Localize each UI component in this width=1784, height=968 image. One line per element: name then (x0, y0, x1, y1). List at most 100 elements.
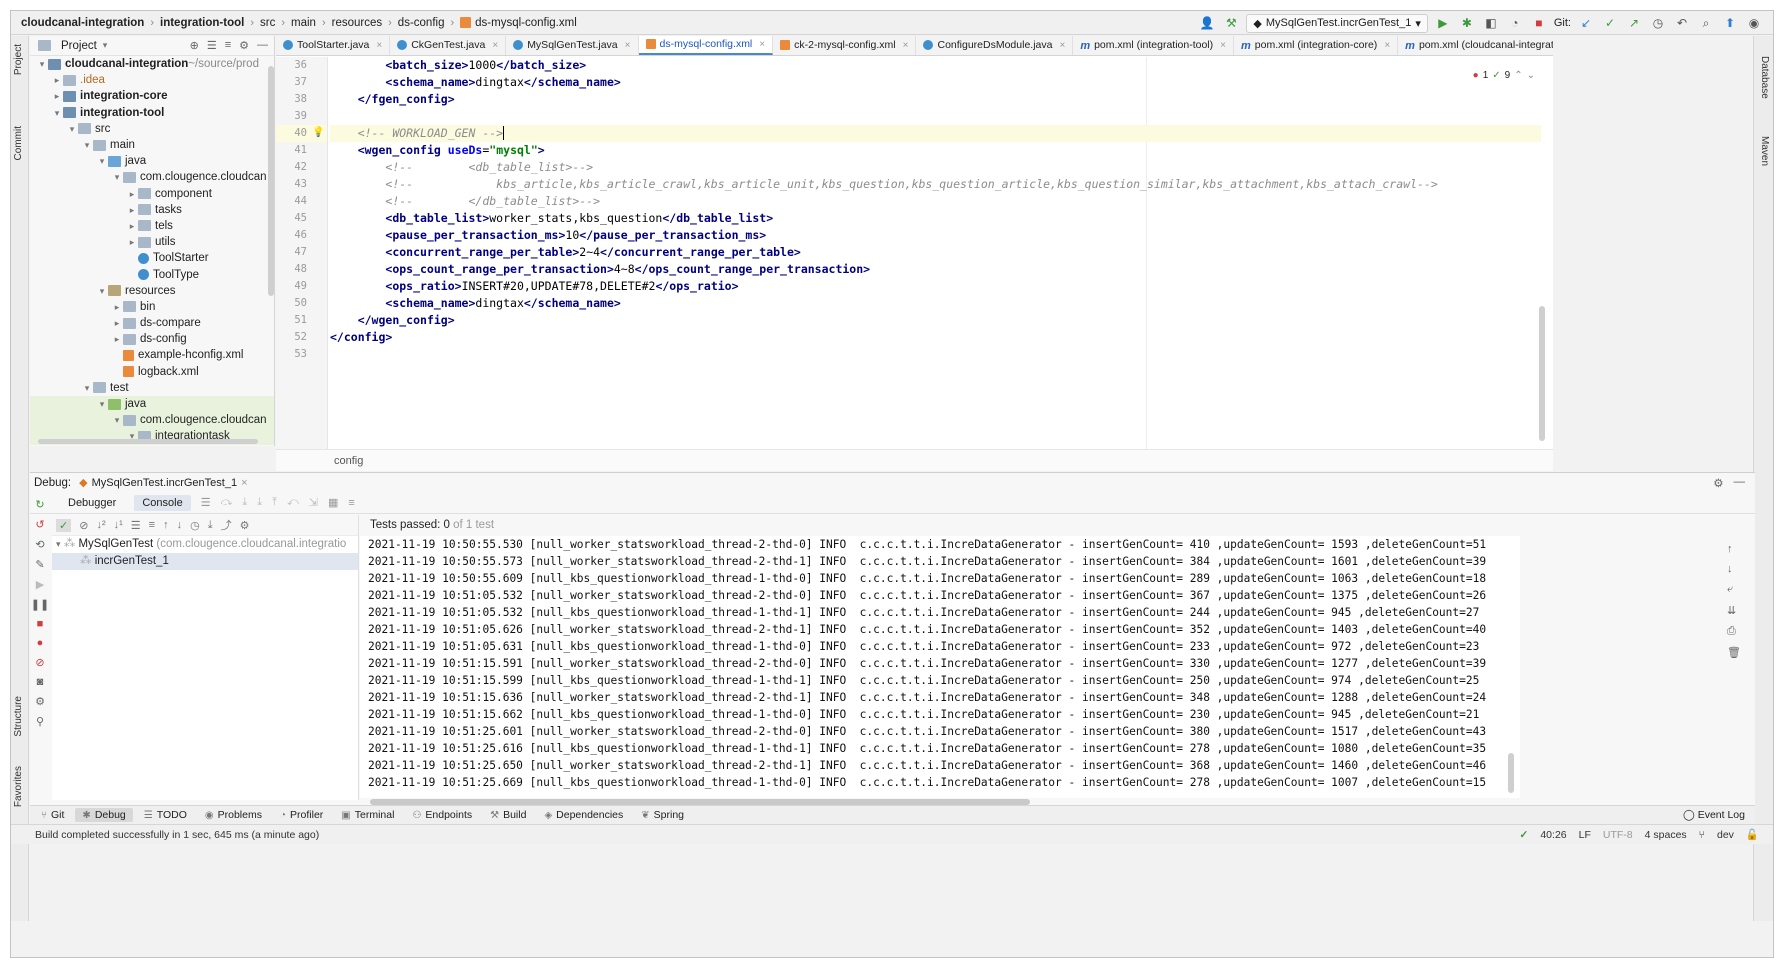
console-output[interactable]: 2021-11-19 10:50:55.530 [null_worker_sta… (360, 536, 1520, 798)
breadcrumb-item[interactable]: ds-config (398, 17, 445, 29)
tree-item[interactable]: ▾ integration-tool (30, 105, 274, 121)
tree-item[interactable]: ▸ tels (30, 218, 274, 234)
editor-tab[interactable]: ds-mysql-config.xml × (638, 36, 774, 55)
close-icon[interactable]: × (625, 40, 631, 51)
editor-breadcrumb[interactable]: config (276, 449, 1553, 471)
side-tab-database[interactable]: Database (1759, 56, 1770, 99)
tool-tab-git[interactable]: ⑂ Git (34, 808, 71, 822)
pause-icon[interactable]: ❚❚ (31, 598, 49, 611)
scroll-to-end-icon[interactable]: ⇊ (1727, 604, 1741, 617)
previous-highlight-icon[interactable]: ⌃ (1514, 70, 1522, 81)
export-icon[interactable]: ⤴ (221, 517, 232, 533)
user-icon[interactable]: 👤 (1198, 14, 1216, 32)
tree-item[interactable]: logback.xml (30, 364, 274, 380)
file-encoding[interactable]: UTF-8 (1603, 829, 1633, 841)
chevron-down-icon[interactable]: ▾ (96, 283, 108, 299)
show-ignored-icon[interactable]: ⊘ (79, 519, 88, 532)
tree-item[interactable]: ▾ src (30, 121, 274, 137)
wrench-icon[interactable]: ✎ (35, 558, 44, 571)
tree-item[interactable]: ▾ java (30, 153, 274, 169)
layout-icon[interactable]: ≡ (348, 497, 354, 509)
tree-item[interactable]: ▸ tasks (30, 202, 274, 218)
editor-tab[interactable]: ck-2-mysql-config.xml × (773, 36, 917, 55)
side-tab-favorites[interactable]: Favorites (13, 766, 24, 807)
gear-icon[interactable]: ⚙ (1713, 476, 1723, 490)
editor-tab[interactable]: mpom.xml (cloudcanal-integration)× (1398, 36, 1553, 55)
close-icon[interactable]: × (1220, 40, 1226, 51)
breadcrumb-item[interactable]: cloudcanal-integration (21, 17, 144, 29)
print-icon[interactable]: ⎙ (1727, 625, 1741, 638)
git-commit-icon[interactable]: ✓ (1601, 14, 1619, 32)
breadcrumb-item[interactable]: main (291, 17, 316, 29)
side-tab-project[interactable]: Project (13, 44, 24, 75)
history-icon[interactable]: ◷ (190, 519, 200, 532)
tree-item[interactable]: ToolStarter (30, 250, 274, 266)
chevron-down-icon[interactable]: ▾ (51, 105, 63, 121)
sort-alpha-icon[interactable]: ↓² (96, 519, 105, 531)
breadcrumb-item[interactable]: src (260, 17, 275, 29)
gear-icon[interactable]: ⚙ (240, 519, 250, 532)
tree-item[interactable]: ▸ ds-config (30, 331, 274, 347)
build-hammer-icon[interactable]: ⚒ (1222, 14, 1240, 32)
tree-item[interactable]: ▾ cloudcanal-integration ~/source/prod (30, 56, 274, 72)
tree-item[interactable]: ▾ com.clougence.cloudcan (30, 412, 274, 429)
chevron-down-icon[interactable]: ▾ (81, 137, 93, 153)
chevron-right-icon[interactable]: ▸ (51, 88, 63, 104)
settings-icon[interactable]: ⚙ (35, 695, 45, 708)
test-method-row[interactable]: ⁂ incrGenTest_1 (52, 553, 358, 570)
tool-tab-problems[interactable]: ◉ Problems (198, 808, 269, 822)
tool-tab-spring[interactable]: ❦ Spring (634, 808, 691, 822)
project-hscrollbar[interactable] (38, 439, 258, 444)
search-icon[interactable]: ⌕ (1697, 14, 1715, 32)
line-separator[interactable]: LF (1579, 829, 1591, 841)
tree-item[interactable]: ▾ main (30, 137, 274, 153)
evaluate-icon[interactable]: ▦ (328, 496, 338, 509)
tool-tab-build[interactable]: ⚒ Build (483, 808, 533, 822)
history-icon[interactable]: ◷ (1649, 14, 1667, 32)
project-panel-title[interactable]: Project (61, 40, 97, 52)
close-icon[interactable]: × (903, 40, 909, 51)
run-icon[interactable]: ▶ (1434, 14, 1452, 32)
profile-icon[interactable]: ◔ (1506, 14, 1524, 32)
chevron-down-icon[interactable]: ▾ (36, 56, 48, 72)
editor-tab[interactable]: ToolStarter.java × (276, 36, 391, 55)
chevron-right-icon[interactable]: ▸ (111, 315, 123, 331)
next-highlight-icon[interactable]: ⌄ (1527, 70, 1535, 81)
trash-icon[interactable]: 🗑 (1727, 646, 1741, 659)
tree-item[interactable]: ▸ utils (30, 234, 274, 250)
mute-breakpoints-icon[interactable]: ⊘ (35, 656, 44, 669)
force-step-into-icon[interactable]: ⤓ (257, 496, 262, 509)
collapse-all-icon[interactable]: ≡ (225, 39, 231, 52)
console-scrollbar[interactable] (1508, 753, 1514, 793)
step-into-icon[interactable]: ⤓ (242, 496, 247, 509)
tree-item[interactable]: ▾ com.clougence.cloudcan (30, 169, 274, 185)
soft-wrap-icon[interactable]: ⤶ (1727, 583, 1741, 596)
status-message[interactable]: Build completed successfully in 1 sec, 6… (35, 829, 319, 841)
tree-item[interactable]: ToolType (30, 266, 274, 282)
tool-tab-dependencies[interactable]: ◈ Dependencies (537, 808, 630, 822)
tree-item[interactable]: ▸ .idea (30, 72, 274, 88)
next-failed-icon[interactable]: ↓ (177, 519, 183, 531)
breadcrumb-item[interactable]: resources (332, 17, 383, 29)
collapse-all-icon[interactable]: ≡ (149, 519, 155, 531)
import-icon[interactable]: ⤓ (208, 519, 213, 532)
tool-tab-debug[interactable]: ✱ Debug (75, 808, 133, 822)
tool-tab-endpoints[interactable]: ⚇ Endpoints (405, 808, 479, 822)
chevron-down-icon[interactable]: ▾ (56, 539, 61, 549)
tab-console[interactable]: Console (134, 494, 191, 511)
show-passed-icon[interactable]: ✓ (56, 518, 72, 532)
minimize-icon[interactable]: — (1734, 476, 1746, 490)
menu-icon[interactable]: ☰ (201, 496, 211, 509)
close-icon[interactable]: × (492, 40, 498, 51)
expand-all-icon[interactable]: ☰ (207, 39, 217, 52)
editor-tab[interactable]: m pom.xml (integration-tool) × (1073, 36, 1234, 55)
chevron-down-icon[interactable]: ▾ (111, 412, 123, 428)
close-icon[interactable]: × (241, 477, 247, 489)
update-icon[interactable]: ⬆ (1721, 14, 1739, 32)
tab-debugger[interactable]: Debugger (60, 495, 124, 511)
tree-item[interactable]: ▾ test (30, 380, 274, 396)
chevron-right-icon[interactable]: ▸ (126, 202, 138, 218)
close-icon[interactable]: × (1384, 40, 1390, 51)
tool-tab-todo[interactable]: ☰ TODO (137, 808, 194, 822)
breadcrumb-item[interactable]: ds-mysql-config.xml (460, 17, 577, 29)
